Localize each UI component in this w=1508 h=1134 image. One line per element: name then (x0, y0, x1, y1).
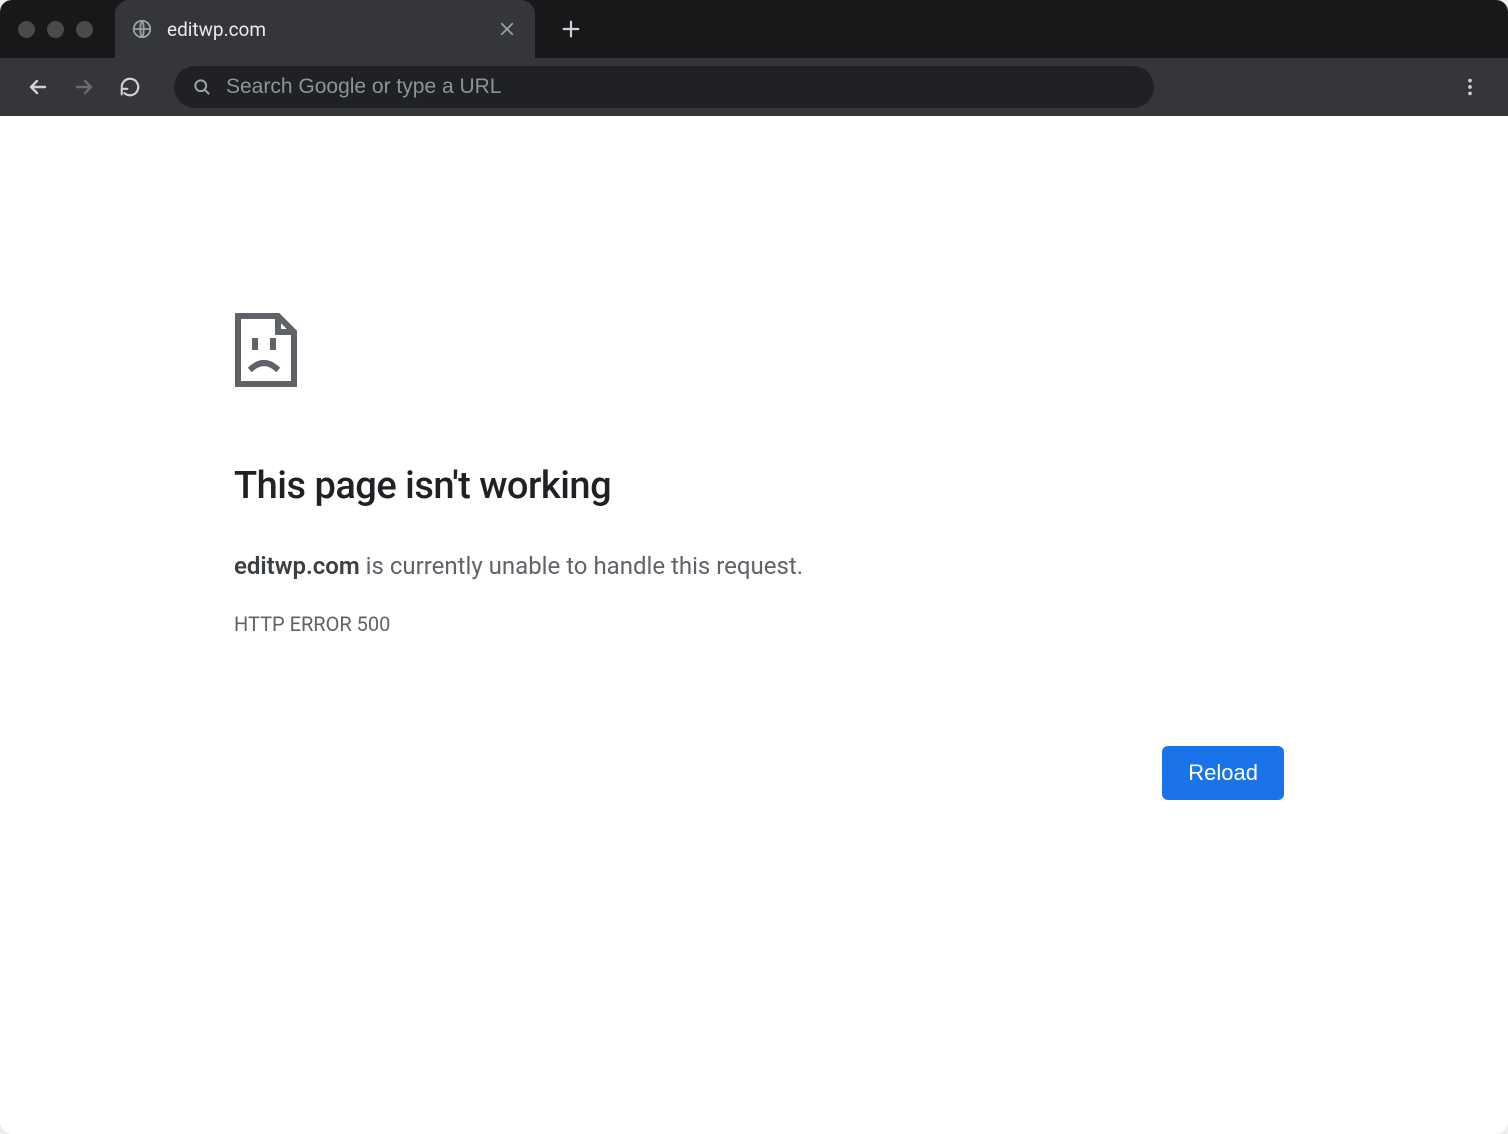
titlebar: editwp.com (0, 0, 1508, 58)
browser-menu-button[interactable] (1450, 67, 1490, 107)
error-heading: This page isn't working (234, 464, 1284, 508)
page-content: This page isn't working editwp.com is cu… (0, 116, 1508, 1134)
tab-close-icon[interactable] (495, 17, 519, 41)
error-code: HTTP ERROR 500 (234, 612, 1284, 636)
omnibox[interactable] (174, 66, 1154, 108)
window-controls (18, 21, 93, 38)
sad-page-icon (234, 312, 298, 388)
tab-title: editwp.com (167, 18, 485, 41)
window-minimize-button[interactable] (47, 21, 64, 38)
error-message: editwp.com is currently unable to handle… (234, 550, 1284, 584)
back-button[interactable] (18, 67, 58, 107)
browser-tab[interactable]: editwp.com (115, 0, 535, 58)
toolbar (0, 58, 1508, 116)
error-page: This page isn't working editwp.com is cu… (234, 312, 1284, 800)
reload-button[interactable]: Reload (1162, 746, 1284, 800)
search-icon (192, 77, 212, 97)
error-host: editwp.com (234, 552, 360, 580)
omnibox-input[interactable] (226, 75, 1136, 99)
new-tab-button[interactable] (549, 7, 593, 51)
error-message-rest: is currently unable to handle this reque… (360, 552, 803, 580)
reload-row: Reload (234, 746, 1284, 800)
window-close-button[interactable] (18, 21, 35, 38)
forward-button[interactable] (64, 67, 104, 107)
reload-icon-button[interactable] (110, 67, 150, 107)
browser-window: editwp.com (0, 0, 1508, 1134)
window-zoom-button[interactable] (76, 21, 93, 38)
globe-icon (131, 18, 153, 40)
